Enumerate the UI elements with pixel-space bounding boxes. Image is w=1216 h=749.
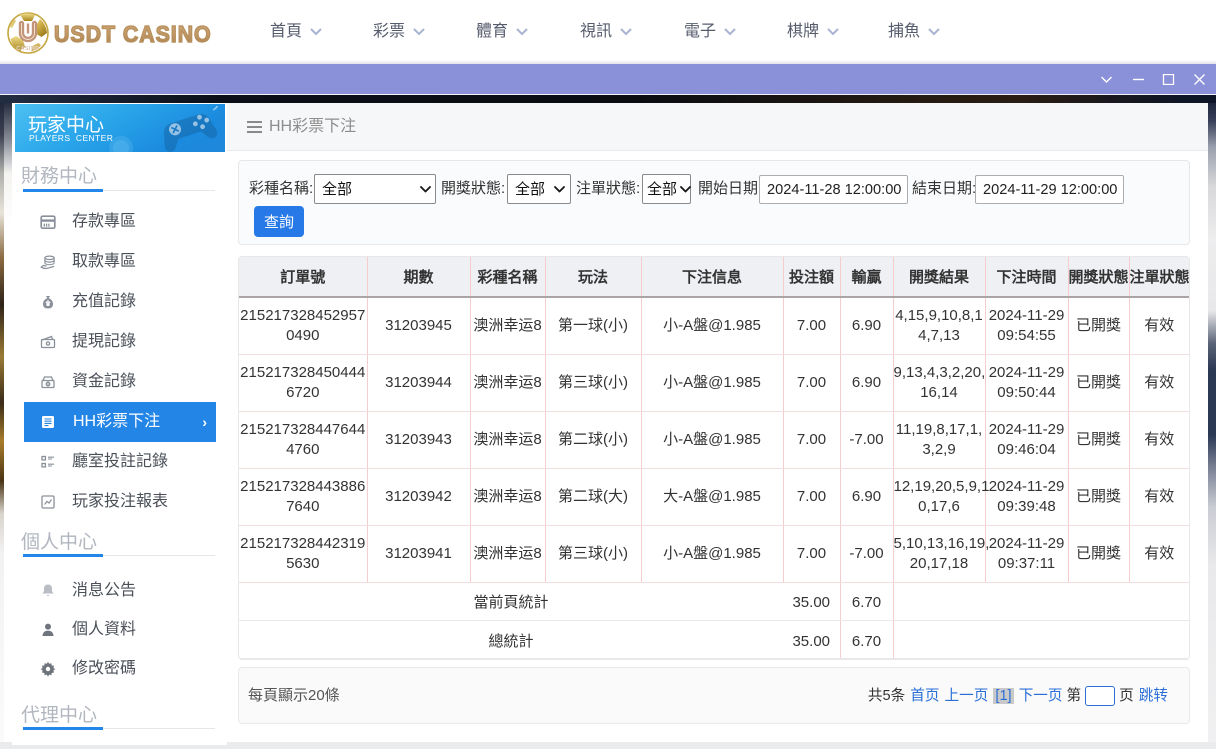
svg-text:CASINO: CASINO xyxy=(16,46,40,52)
